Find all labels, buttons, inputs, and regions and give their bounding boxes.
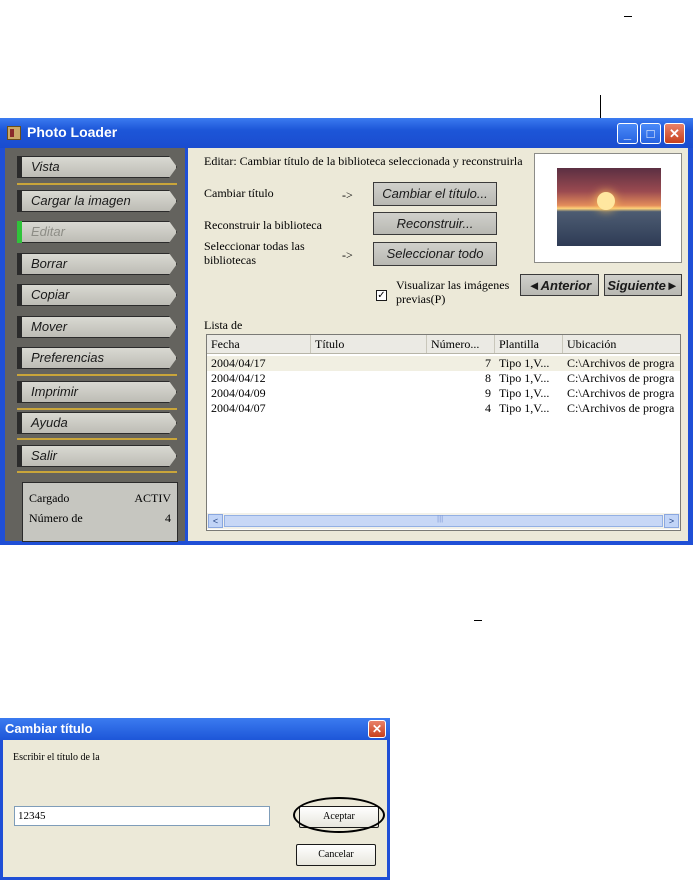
status-panel: Cargado ACTIV Número de 4: [22, 482, 178, 542]
maximize-button[interactable]: □: [640, 123, 661, 144]
sidebar-item-preferencias[interactable]: Preferencias: [17, 347, 177, 369]
callout-mark-top: [624, 8, 632, 17]
next-button[interactable]: Siguiente►: [604, 274, 682, 296]
scrollbar-thumb[interactable]: |||: [224, 514, 663, 527]
panel-heading: Editar: Cambiar título de la biblioteca …: [204, 154, 523, 168]
change-title-dialog: Cambiar título ✕ Escribir el título de l…: [0, 718, 390, 880]
sidebar-item-salir[interactable]: Salir: [17, 445, 177, 467]
sidebar-item-label: Imprimir: [31, 384, 78, 399]
cell-plantilla: Tipo 1,V...: [499, 356, 550, 370]
column-numero[interactable]: Número...: [427, 335, 495, 353]
cell-fecha: 2004/04/12: [211, 371, 266, 385]
sidebar-item-mover[interactable]: Mover: [17, 316, 177, 338]
scrollbar-grip-icon: |||: [437, 514, 444, 523]
table-row[interactable]: 2004/04/12 8 Tipo 1,V... C:\Archivos de …: [207, 371, 680, 386]
library-list-label: Lista de: [204, 318, 243, 332]
sidebar-item-cargar-imagen[interactable]: Cargar la imagen: [17, 190, 177, 212]
column-ubicacion[interactable]: Ubicación: [563, 335, 680, 353]
sidebar-divider: [17, 183, 177, 185]
cell-plantilla: Tipo 1,V...: [499, 386, 550, 400]
sidebar-divider: [17, 438, 177, 440]
sidebar-item-label: Mover: [31, 319, 68, 334]
status-count-label: Número de: [29, 511, 83, 525]
cancel-button[interactable]: Cancelar: [296, 844, 376, 866]
sidebar-item-label: Preferencias: [31, 350, 104, 365]
sidebar-item-label: Copiar: [31, 287, 70, 302]
sidebar-divider: [17, 374, 177, 376]
sunset-photo: [557, 168, 661, 246]
minimize-button[interactable]: _: [617, 123, 638, 144]
sidebar-item-label: Salir: [31, 448, 58, 463]
sidebar-item-editar: Editar: [17, 221, 177, 243]
dialog-title-bar[interactable]: Cambiar título ✕: [0, 718, 390, 740]
title-input[interactable]: 12345: [14, 806, 270, 826]
app-icon: [7, 126, 21, 140]
cell-ubicacion: C:\Archivos de progra: [567, 371, 675, 385]
cell-fecha: 2004/04/17: [211, 356, 266, 370]
cell-plantilla: Tipo 1,V...: [499, 401, 550, 415]
cell-fecha: 2004/04/07: [211, 401, 266, 415]
sidebar-item-label: Ayuda: [31, 415, 68, 430]
horizontal-scrollbar[interactable]: < ||| >: [207, 513, 680, 529]
sidebar-divider: [17, 408, 177, 410]
cell-numero: 7: [485, 356, 491, 370]
sidebar-item-ayuda[interactable]: Ayuda: [17, 412, 177, 434]
cell-numero: 9: [485, 386, 491, 400]
column-fecha[interactable]: Fecha: [207, 335, 311, 353]
sidebar-item-label: Vista: [31, 159, 60, 174]
title-bar[interactable]: Photo Loader _ □ ✕: [0, 118, 693, 148]
column-titulo[interactable]: Título: [311, 335, 427, 353]
select-all-label: Seleccionar todas las bibliotecas: [204, 239, 305, 267]
select-all-button[interactable]: Seleccionar todo: [373, 242, 497, 266]
table-row[interactable]: 2004/04/17 7 Tipo 1,V... C:\Archivos de …: [207, 356, 680, 371]
arrow-indicator: ->: [342, 248, 353, 262]
sidebar-divider: [17, 471, 177, 473]
table-row[interactable]: 2004/04/09 9 Tipo 1,V... C:\Archivos de …: [207, 386, 680, 401]
sidebar-item-borrar[interactable]: Borrar: [17, 253, 177, 275]
preview-checkbox-label: Visualizar las imágenes previas(P): [396, 278, 510, 306]
status-count-value: 4: [165, 511, 171, 525]
cell-ubicacion: C:\Archivos de progra: [567, 401, 675, 415]
status-loaded-value: ACTIV: [134, 491, 171, 505]
dialog-prompt: Escribir el título de la: [13, 752, 100, 763]
column-plantilla[interactable]: Plantilla: [495, 335, 563, 353]
sidebar-item-label: Borrar: [31, 256, 68, 271]
table-row[interactable]: 2004/04/07 4 Tipo 1,V... C:\Archivos de …: [207, 401, 680, 416]
arrow-indicator: ->: [342, 188, 353, 202]
preview-checkbox[interactable]: ✓: [376, 290, 387, 301]
cell-fecha: 2004/04/09: [211, 386, 266, 400]
window-title: Photo Loader: [27, 124, 118, 140]
dialog-close-button[interactable]: ✕: [368, 720, 386, 738]
rebuild-label: Reconstruir la biblioteca: [204, 218, 322, 232]
table-header: Fecha Título Número... Plantilla Ubicaci…: [207, 335, 680, 354]
cell-ubicacion: C:\Archivos de progra: [567, 386, 675, 400]
dialog-body: Escribir el título de la 12345 Aceptar C…: [3, 740, 387, 877]
highlight-ring: [293, 797, 385, 833]
sidebar-item-imprimir[interactable]: Imprimir: [17, 381, 177, 403]
sidebar-item-label: Cargar la imagen: [31, 193, 131, 208]
cell-ubicacion: C:\Archivos de progra: [567, 356, 675, 370]
status-loaded-label: Cargado: [29, 491, 70, 505]
previous-button[interactable]: ◄Anterior: [520, 274, 599, 296]
photo-loader-window: Photo Loader _ □ ✕ Vista Cargar la image…: [0, 118, 693, 545]
active-indicator: [17, 221, 22, 243]
cell-numero: 8: [485, 371, 491, 385]
close-button[interactable]: ✕: [664, 123, 685, 144]
rebuild-button[interactable]: Reconstruir...: [373, 212, 497, 235]
cell-numero: 4: [485, 401, 491, 415]
sidebar-item-vista[interactable]: Vista: [17, 156, 177, 178]
sidebar: Vista Cargar la imagen Editar Borrar Cop…: [5, 148, 185, 542]
library-table[interactable]: Fecha Título Número... Plantilla Ubicaci…: [206, 334, 681, 531]
cell-plantilla: Tipo 1,V...: [499, 371, 550, 385]
sidebar-item-copiar[interactable]: Copiar: [17, 284, 177, 306]
scroll-left-button[interactable]: <: [208, 514, 223, 528]
callout-mark-middle: [474, 612, 482, 621]
change-title-button[interactable]: Cambiar el título...: [373, 182, 497, 206]
change-title-label: Cambiar título: [204, 186, 274, 200]
scroll-right-button[interactable]: >: [664, 514, 679, 528]
sidebar-item-label: Editar: [31, 224, 65, 239]
dialog-title: Cambiar título: [5, 721, 93, 736]
preview-thumbnail: [534, 153, 682, 263]
